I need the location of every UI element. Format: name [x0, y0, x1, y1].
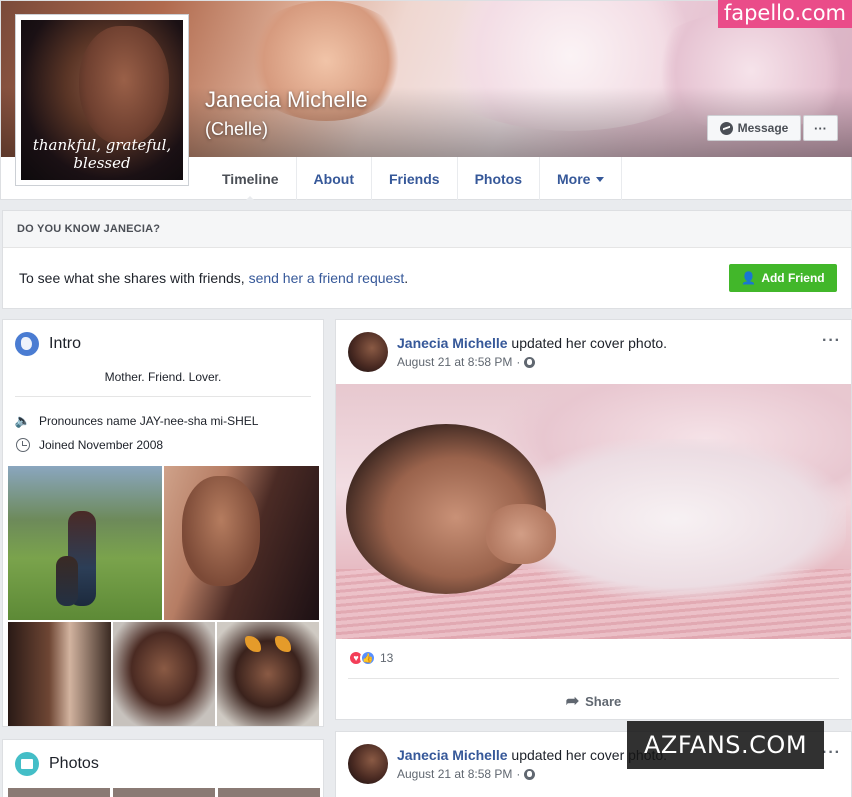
tab-more-label: More [557, 171, 591, 187]
tab-about-label: About [313, 171, 354, 187]
friend-request-link[interactable]: send her a friend request [249, 270, 405, 286]
meta-dot: · [516, 355, 521, 369]
share-button[interactable]: ➦ Share [336, 686, 851, 716]
intro-photo-1[interactable] [8, 466, 162, 620]
speaker-icon: 🔈 [14, 413, 32, 428]
globe-icon [15, 332, 39, 356]
photos-strip [8, 788, 320, 797]
clock-icon [16, 438, 30, 452]
profile-nickname: (Chelle) [205, 119, 269, 139]
profile-header: thankful, grateful, blessed Janecia Mich… [0, 0, 852, 202]
profile-tabs: Timeline About Friends Photos More [205, 157, 623, 202]
tab-photos-label: Photos [474, 171, 523, 187]
intro-card: Intro Mother. Friend. Lover. 🔈 Pronounce… [2, 319, 324, 727]
public-globe-icon [524, 768, 536, 780]
do-you-know-heading: DO YOU KNOW JANECIA? [3, 211, 851, 248]
tab-friends-label: Friends [388, 171, 440, 187]
post-action-text: updated her cover photo. [507, 335, 668, 351]
watermark-top: fapello.com [717, 0, 852, 28]
photos-title[interactable]: Photos [15, 752, 99, 776]
intro-title-label: Intro [49, 335, 82, 352]
reaction-count: 13 [380, 651, 394, 665]
add-friend-icon: 👤 [741, 271, 757, 285]
more-options-button[interactable]: ··· [803, 115, 838, 141]
post-timestamp[interactable]: August 21 at 8:58 PM [397, 355, 512, 369]
timeline-post: Janecia Michelle updated her cover photo… [335, 319, 852, 720]
message-button[interactable]: Message [707, 115, 801, 141]
pronounce-row: 🔈 Pronounces name JAY-nee-sha mi-SHEL [14, 413, 259, 429]
avatar[interactable] [348, 744, 388, 784]
chevron-down-icon [596, 176, 605, 182]
reactions-summary[interactable]: ♥ 👍 13 [348, 650, 393, 666]
post-author-link[interactable]: Janecia Michelle [397, 335, 508, 351]
photos-icon [15, 752, 39, 776]
divider [15, 396, 311, 397]
public-globe-icon [524, 356, 536, 368]
joined-row: Joined November 2008 [15, 437, 163, 453]
photos-title-label: Photos [49, 755, 99, 772]
intro-photo-4[interactable] [113, 622, 215, 726]
post-meta: August 21 at 8:58 PM · [397, 767, 536, 781]
share-icon: ➦ [565, 693, 580, 710]
do-you-know-text-before: To see what she shares with friends, [19, 270, 245, 286]
post-meta: August 21 at 8:58 PM · [397, 355, 536, 369]
photo-thumb[interactable] [8, 788, 110, 797]
do-you-know-text-after: . [404, 270, 409, 286]
joined-text: Joined November 2008 [39, 438, 164, 452]
post-timestamp[interactable]: August 21 at 8:58 PM [397, 767, 512, 781]
tab-timeline[interactable]: Timeline [205, 157, 297, 202]
photo-thumb[interactable] [218, 788, 320, 797]
intro-photo-3[interactable] [8, 622, 111, 726]
intro-photo-2[interactable] [164, 466, 319, 620]
add-friend-label: Add Friend [761, 271, 825, 285]
tab-timeline-label: Timeline [222, 171, 279, 187]
watermark-bottom: AZFANS.COM [627, 721, 824, 769]
tab-more[interactable]: More [540, 157, 623, 201]
profile-picture[interactable]: thankful, grateful, blessed [15, 14, 189, 186]
avatar[interactable] [348, 332, 388, 372]
message-button-label: Message [737, 121, 789, 135]
post-header: Janecia Michelle updated her cover photo… [397, 335, 667, 351]
post-author-link[interactable]: Janecia Michelle [397, 747, 508, 763]
profile-picture-caption: thankful, grateful, blessed [32, 136, 172, 172]
add-friend-button[interactable]: 👤 Add Friend [729, 264, 837, 292]
clock-icon-wrap [15, 437, 31, 453]
pronounce-text: Pronounces name JAY-nee-sha mi-SHEL [39, 414, 259, 428]
do-you-know-text: To see what she shares with friends, sen… [3, 248, 851, 308]
do-you-know-card: DO YOU KNOW JANECIA? To see what she sha… [2, 210, 852, 309]
messenger-icon [719, 121, 733, 135]
post-photo[interactable] [336, 384, 851, 639]
post-options-icon[interactable]: ··· [822, 744, 841, 762]
meta-dot: · [516, 767, 521, 781]
intro-title: Intro [15, 332, 81, 356]
intro-photo-5[interactable] [217, 622, 319, 726]
intro-bio: Mother. Friend. Lover. [104, 370, 222, 384]
post-options-icon[interactable]: ··· [822, 332, 841, 350]
like-reaction-icon: 👍 [360, 650, 376, 666]
share-label: Share [585, 693, 622, 709]
profile-name: Janecia Michelle [205, 87, 368, 112]
photo-thumb[interactable] [113, 788, 215, 797]
divider [348, 678, 839, 679]
tab-about[interactable]: About [297, 157, 372, 201]
photos-card: Photos [2, 739, 324, 797]
tab-photos[interactable]: Photos [458, 157, 541, 201]
tab-friends[interactable]: Friends [372, 157, 458, 201]
